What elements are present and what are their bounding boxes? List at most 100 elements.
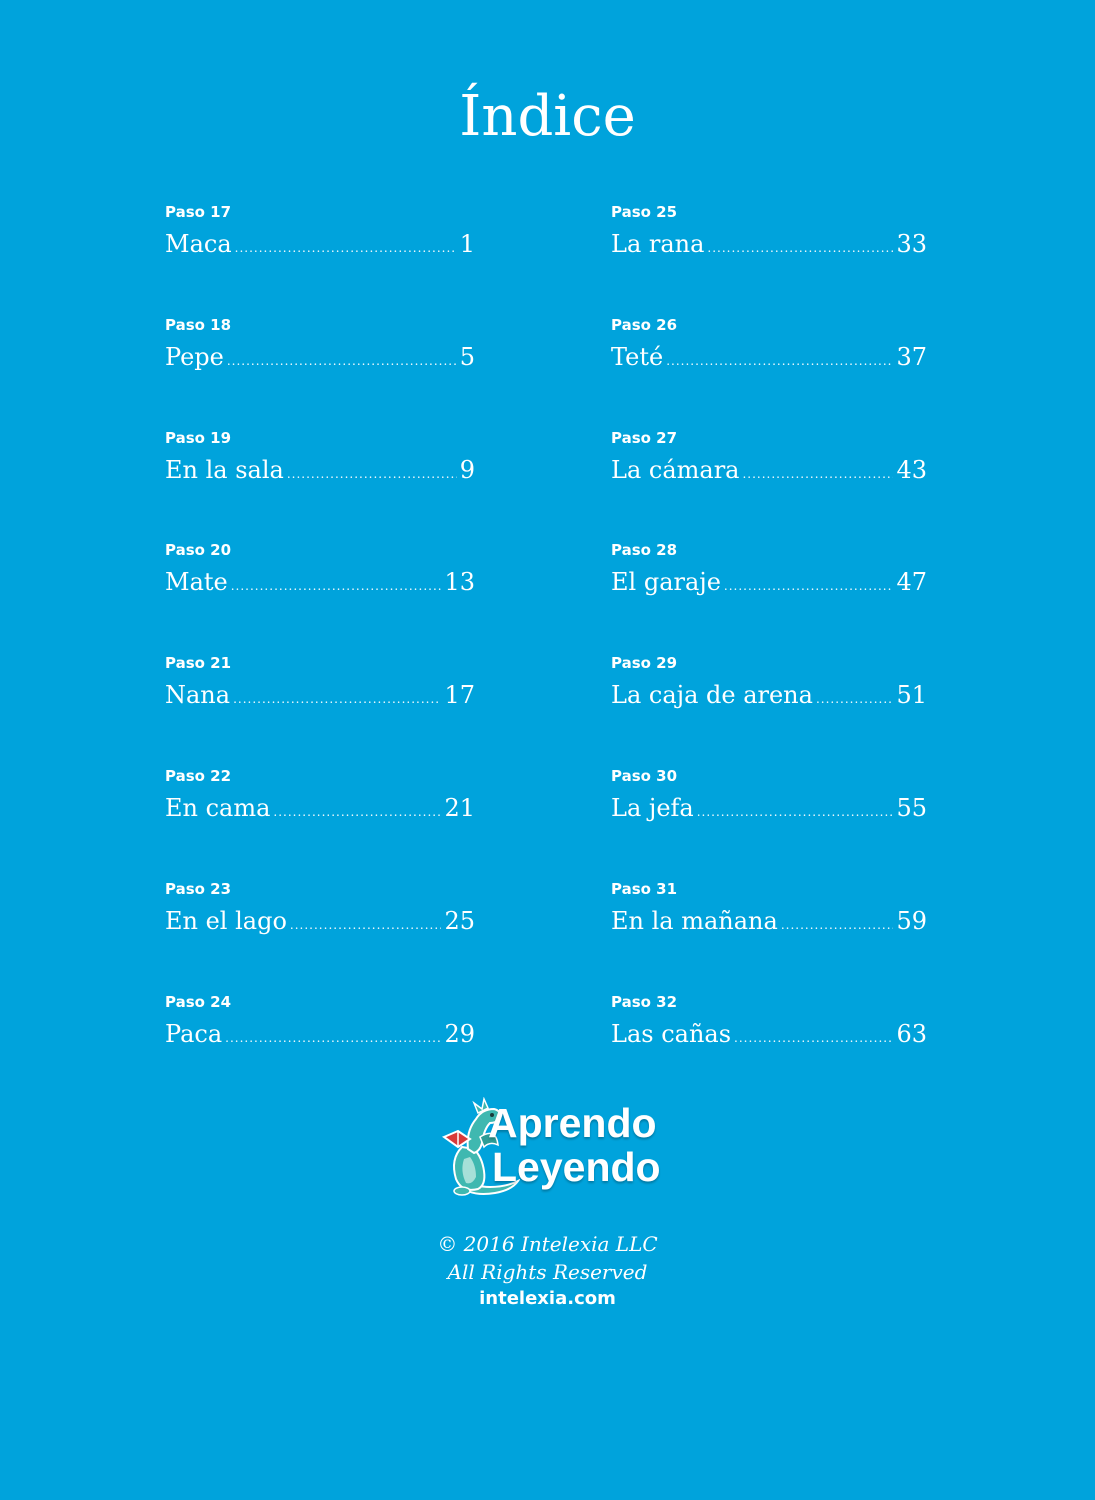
toc-page-number: 29	[444, 1019, 475, 1048]
toc-page-number: 37	[896, 342, 927, 371]
toc-line: La cámara 43	[611, 450, 927, 494]
toc-leader-dots	[707, 228, 893, 268]
toc-page-number: 47	[896, 568, 927, 597]
toc-entry: Paso 24 Paca 29	[165, 990, 475, 1103]
toc-line: En el lago 25	[165, 901, 475, 945]
toc-title: La jefa	[611, 793, 694, 822]
toc-leader-dots	[724, 566, 894, 606]
toc-leader-dots	[227, 341, 457, 381]
toc-leader-dots	[781, 905, 894, 945]
toc-page-number: 51	[896, 681, 927, 710]
toc-step-label: Paso 30	[611, 766, 678, 785]
toc-page-number: 63	[896, 1019, 927, 1048]
toc-leader-dots	[225, 1018, 441, 1058]
toc-entry: Paso 31 En la mañana 59	[611, 877, 927, 990]
toc-line: En la mañana 59	[611, 901, 927, 945]
toc-title: En la sala	[165, 455, 284, 484]
brand-logo: Aprendo Leyendo	[440, 1097, 670, 1202]
toc-title: La caja de arena	[611, 681, 813, 710]
brand-logo-line2: Leyendo	[492, 1144, 661, 1190]
toc-page-number: 9	[459, 455, 475, 484]
toc-entry: Paso 26 Teté 37	[611, 313, 927, 426]
toc-entry: Paso 25 La rana 33	[611, 200, 927, 313]
toc-step-label: Paso 26	[611, 315, 678, 334]
toc-title: En el lago	[165, 906, 287, 935]
toc-leader-dots	[734, 1018, 893, 1058]
toc-line: La rana 33	[611, 224, 927, 268]
toc-title: Nana	[165, 681, 231, 710]
toc-title: La rana	[611, 230, 705, 258]
toc-page-number: 5	[459, 342, 475, 371]
toc-title: Mate	[165, 568, 228, 597]
toc-leader-dots	[287, 454, 457, 494]
toc-leader-dots	[816, 679, 894, 719]
toc-entry: Paso 20 Mate 13	[165, 538, 475, 651]
toc-step-label: Paso 27	[611, 428, 678, 447]
toc-entry: Paso 28 El garaje 47	[611, 538, 927, 651]
toc-step-label: Paso 17	[165, 203, 232, 221]
toc-leader-dots	[231, 566, 442, 606]
brand-logo-text: Aprendo Leyendo	[488, 1101, 661, 1189]
toc-line: El garaje 47	[611, 562, 927, 606]
toc-step-label: Paso 24	[165, 992, 232, 1011]
toc-line: En la sala 9	[165, 450, 475, 494]
toc-leader-dots	[233, 679, 441, 719]
toc-title: Maca	[165, 230, 232, 258]
toc-line: Maca 1	[165, 224, 475, 268]
toc-leader-dots	[235, 228, 457, 268]
toc-column-left: Paso 17 Maca 1 Paso 18 Pepe 5 Paso 19 En…	[165, 200, 475, 1102]
toc-title: Paca	[165, 1019, 223, 1048]
toc-step-label: Paso 28	[611, 541, 678, 560]
toc-page-number: 59	[896, 906, 927, 935]
toc-title: Pepe	[165, 342, 224, 371]
toc-step-label: Paso 31	[611, 879, 678, 898]
toc-column-right: Paso 25 La rana 33 Paso 26 Teté 37 Paso …	[611, 200, 927, 1102]
brand-logo-line1: Aprendo	[488, 1100, 657, 1146]
toc-step-label: Paso 19	[165, 428, 232, 447]
toc-line: En cama 21	[165, 788, 475, 832]
toc-page-number: 43	[896, 455, 927, 484]
toc-title: En cama	[165, 793, 271, 822]
toc-line: Mate 13	[165, 562, 475, 606]
toc-title: El garaje	[611, 568, 721, 597]
toc-entry: Paso 30 La jefa 55	[611, 764, 927, 877]
toc-step-label: Paso 22	[165, 766, 232, 785]
toc-line: Nana 17	[165, 675, 475, 719]
footer: © 2016 Intelexia LLC All Rights Reserved…	[0, 1230, 1095, 1312]
toc-leader-dots	[273, 792, 441, 832]
toc-line: La jefa 55	[611, 788, 927, 832]
toc-line: La caja de arena 51	[611, 675, 927, 719]
toc-step-label: Paso 23	[165, 879, 232, 898]
toc-entry: Paso 19 En la sala 9	[165, 426, 475, 539]
toc-step-label: Paso 18	[165, 315, 232, 334]
rights-text: All Rights Reserved	[447, 1260, 648, 1284]
toc-leader-dots	[697, 792, 894, 832]
toc-step-label: Paso 20	[165, 541, 232, 560]
toc-page-number: 25	[444, 906, 475, 935]
toc-step-label: Paso 21	[165, 654, 232, 673]
toc-title: Las cañas	[611, 1019, 732, 1048]
toc-line: Pepe 5	[165, 337, 475, 381]
copyright-text: © 2016 Intelexia LLC	[437, 1232, 658, 1256]
toc-entry: Paso 23 En el lago 25	[165, 877, 475, 990]
toc-step-label: Paso 25	[611, 203, 678, 221]
toc-entry: Paso 18 Pepe 5	[165, 313, 475, 426]
toc-entry: Paso 17 Maca 1	[165, 200, 475, 313]
toc-page-number: 33	[896, 230, 927, 258]
toc-step-label: Paso 32	[611, 992, 678, 1011]
toc-leader-dots	[742, 454, 893, 494]
toc-page-number: 21	[444, 793, 475, 822]
toc-page-number: 1	[459, 230, 475, 258]
website-text: intelexia.com	[479, 1288, 616, 1309]
toc-entry: Paso 21 Nana 17	[165, 651, 475, 764]
toc-page-number: 17	[444, 681, 475, 710]
toc-entry: Paso 27 La cámara 43	[611, 426, 927, 539]
toc-entry: Paso 32 Las cañas 63	[611, 990, 927, 1103]
toc-entry: Paso 22 En cama 21	[165, 764, 475, 877]
toc-title: Teté	[611, 342, 664, 371]
toc-title: En la mañana	[611, 906, 778, 935]
toc-entry: Paso 29 La caja de arena 51	[611, 651, 927, 764]
toc-leader-dots	[666, 341, 893, 381]
toc-line: Las cañas 63	[611, 1014, 927, 1058]
toc-leader-dots	[290, 905, 442, 945]
